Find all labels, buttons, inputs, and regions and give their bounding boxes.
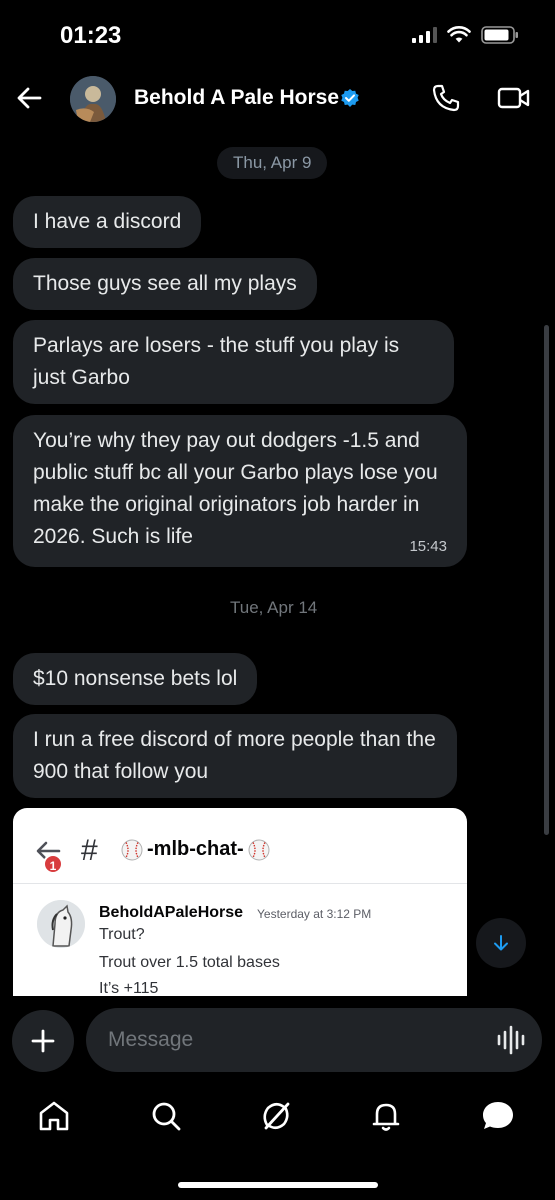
message-bubble[interactable]: I have a discord xyxy=(13,196,202,248)
message-bubble[interactable]: Those guys see all my plays xyxy=(13,258,317,310)
message-text: I run a free discord of more people than… xyxy=(33,728,436,783)
date-separator: Thu, Apr 9 xyxy=(217,147,328,179)
message-bubble[interactable]: You’re why they pay out dodgers -1.5 and… xyxy=(13,415,467,567)
channel-name: -mlb-chat- xyxy=(121,838,270,861)
discord-channel-header: 1 # -mlb-chat- xyxy=(13,808,467,884)
cellular-signal-icon xyxy=(412,27,437,43)
plus-icon xyxy=(31,1029,55,1053)
verified-badge-icon xyxy=(341,89,359,107)
scroll-to-bottom-button[interactable] xyxy=(476,918,526,968)
contact-avatar[interactable] xyxy=(70,76,116,122)
message-text: You’re why they pay out dodgers -1.5 and… xyxy=(33,429,438,548)
add-attachment-button[interactable] xyxy=(12,1010,74,1072)
channel-hash-icon: # xyxy=(81,834,98,867)
status-icons xyxy=(412,26,519,44)
message-text: $10 nonsense bets lol xyxy=(33,667,238,690)
channel-name-text: -mlb-chat- xyxy=(147,838,244,860)
video-call-icon[interactable] xyxy=(496,82,532,114)
wifi-icon xyxy=(447,26,471,43)
date-separator: Tue, Apr 14 xyxy=(230,598,318,617)
notifications-icon[interactable] xyxy=(368,1098,404,1134)
battery-icon xyxy=(481,26,518,44)
contact-name[interactable]: Behold A Pale Horse xyxy=(134,86,339,110)
shared-image[interactable]: 1 # -mlb-chat- BeholdAPaleHorse Yesterda… xyxy=(13,808,467,996)
notification-badge: 1 xyxy=(43,854,63,874)
scrollbar[interactable] xyxy=(544,325,549,835)
phone-call-icon[interactable] xyxy=(430,82,462,114)
message-bubble[interactable]: I run a free discord of more people than… xyxy=(13,714,457,798)
status-bar: 01:23 xyxy=(0,0,555,70)
baseball-icon xyxy=(248,839,270,860)
chat-header: Behold A Pale Horse xyxy=(0,70,555,130)
search-icon[interactable] xyxy=(148,1098,184,1134)
message-text: I have a discord xyxy=(33,210,182,233)
discord-message-line: It’s +115 xyxy=(99,980,159,996)
back-arrow-icon[interactable] xyxy=(12,80,48,116)
message-text: Those guys see all my plays xyxy=(33,272,297,295)
arrow-down-icon xyxy=(494,935,508,951)
home-icon[interactable] xyxy=(36,1098,72,1134)
voice-message-icon[interactable] xyxy=(496,1024,526,1056)
message-bubble[interactable]: Parlays are losers - the stuff you play … xyxy=(13,320,454,404)
discord-user-avatar xyxy=(37,900,85,948)
discord-username: BeholdAPaleHorse xyxy=(99,904,244,921)
grok-icon[interactable] xyxy=(258,1098,294,1134)
message-input[interactable] xyxy=(86,1008,542,1072)
home-indicator xyxy=(178,1182,378,1188)
message-timestamp: 15:43 xyxy=(409,538,447,555)
discord-message-line: Trout over 1.5 total bases xyxy=(99,954,280,971)
message-text: Parlays are losers - the stuff you play … xyxy=(33,334,400,389)
messages-icon[interactable] xyxy=(480,1098,516,1134)
message-bubble[interactable]: $10 nonsense bets lol xyxy=(13,653,258,705)
baseball-icon xyxy=(121,839,143,860)
discord-timestamp: Yesterday at 3:12 PM xyxy=(257,907,372,921)
discord-message-line: Trout? xyxy=(99,926,145,943)
status-time: 01:23 xyxy=(60,22,122,49)
